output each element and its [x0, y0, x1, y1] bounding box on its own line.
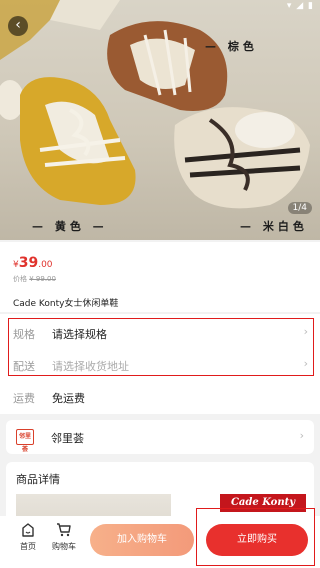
image-counter: 1/4 [287, 202, 312, 214]
price-card: ¥39.00 价格 ¥ 99.00 Cade Konty女士休闲单鞋 [0, 242, 320, 312]
color-label-white: — 米白色 — [240, 220, 308, 240]
tab-home[interactable]: 首页 [8, 522, 48, 552]
original-price-value: ¥ 99.00 [29, 275, 56, 283]
price: ¥39.00 [13, 252, 53, 271]
store-icon: 邻里荟 [16, 429, 34, 453]
color-label-yellow: — 黄色 — [32, 220, 108, 233]
detail-title: 商品详情 [16, 473, 60, 486]
status-bar: ▾ ◢ ▮ [0, 0, 320, 14]
product-title: Cade Konty女士休闲单鞋 [13, 299, 119, 309]
original-price: 价格 ¥ 99.00 [13, 274, 56, 284]
shipping-value: 免运费 [52, 392, 85, 405]
highlight-box-spec [8, 318, 314, 376]
original-price-label: 价格 [13, 275, 27, 283]
add-to-cart-button[interactable]: 加入购物车 [90, 524, 194, 556]
price-integer: 39 [18, 255, 39, 271]
color-label-brown: — 棕色 [205, 40, 258, 53]
chevron-right-icon: › [299, 429, 304, 442]
home-icon [22, 523, 34, 537]
status-icons: ▾ ◢ ▮ [286, 1, 314, 11]
shipping-key: 运费 [13, 392, 35, 405]
store-card[interactable]: 邻里荟 邻里荟 › [6, 420, 314, 454]
price-decimal: .00 [38, 260, 53, 270]
cart-icon [57, 523, 71, 537]
shipping-row: 运费 免运费 [0, 384, 320, 410]
tab-home-label: 首页 [20, 542, 36, 551]
product-image[interactable]: ‹ — 棕色 — 黄色 — — 米白色 — 1/4 [0, 0, 320, 240]
tab-cart-label: 购物车 [52, 542, 76, 551]
tab-cart[interactable]: 购物车 [44, 522, 84, 552]
back-button[interactable]: ‹ [8, 16, 28, 36]
highlight-box-buy [196, 508, 315, 566]
shoes-photo [0, 0, 310, 209]
store-name: 邻里荟 [51, 432, 84, 445]
